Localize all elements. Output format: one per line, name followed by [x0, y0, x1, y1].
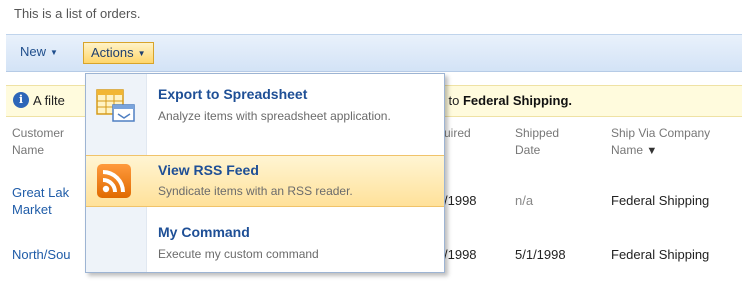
required-date-cell: /1998: [444, 193, 477, 208]
chevron-down-icon: ▼: [50, 47, 58, 57]
filter-icon: ▼: [646, 145, 658, 157]
menu-item-my-command[interactable]: My Command Execute my custom command: [86, 214, 444, 270]
customer-name-link[interactable]: North/Sou: [12, 246, 71, 263]
ship-via-cell: Federal Shipping: [611, 247, 710, 262]
list-toolbar: New ▼ Actions ▼: [6, 34, 742, 72]
menu-item-title: My Command: [158, 224, 250, 240]
new-button-label: New: [20, 44, 47, 59]
actions-menu-button[interactable]: Actions ▼: [83, 42, 154, 64]
menu-item-view-rss-feed[interactable]: View RSS Feed Syndicate items with an RS…: [86, 155, 444, 207]
new-menu-button[interactable]: New ▼: [14, 42, 64, 62]
required-date-cell: /1998: [444, 247, 477, 262]
menu-item-title: View RSS Feed: [158, 162, 259, 178]
rss-icon: [97, 164, 131, 198]
actions-button-label: Actions: [91, 45, 134, 60]
menu-item-description: Syndicate items with an RSS reader.: [158, 184, 353, 198]
filter-info-text-start: A filte: [33, 93, 65, 108]
column-header-customer-name[interactable]: Customer Name: [12, 125, 64, 159]
ship-via-cell: Federal Shipping: [611, 193, 710, 208]
menu-item-export-to-spreadsheet[interactable]: Export to Spreadsheet Analyze items with…: [86, 74, 444, 154]
filter-info-text-end: l to Federal Shipping.: [442, 93, 573, 108]
spreadsheet-icon: [96, 89, 135, 122]
shipped-date-cell: 5/1/1998: [515, 247, 566, 262]
menu-item-description: Analyze items with spreadsheet applicati…: [158, 109, 391, 123]
column-header-shipped-date[interactable]: Shipped Date: [515, 125, 559, 159]
filter-value: Federal Shipping.: [462, 93, 573, 108]
actions-dropdown-menu: Export to Spreadsheet Analyze items with…: [85, 73, 445, 273]
customer-name-link[interactable]: Great Lak Market: [12, 184, 69, 218]
column-header-required-date[interactable]: uired: [444, 125, 471, 142]
menu-item-title: Export to Spreadsheet: [158, 86, 308, 102]
info-icon: i: [13, 92, 29, 108]
chevron-down-icon: ▼: [137, 48, 146, 58]
list-description: This is a list of orders.: [14, 6, 141, 21]
menu-item-description: Execute my custom command: [158, 247, 319, 261]
column-header-ship-via[interactable]: Ship Via Company Name ▼: [611, 125, 710, 160]
shipped-date-cell: n/a: [515, 193, 534, 208]
